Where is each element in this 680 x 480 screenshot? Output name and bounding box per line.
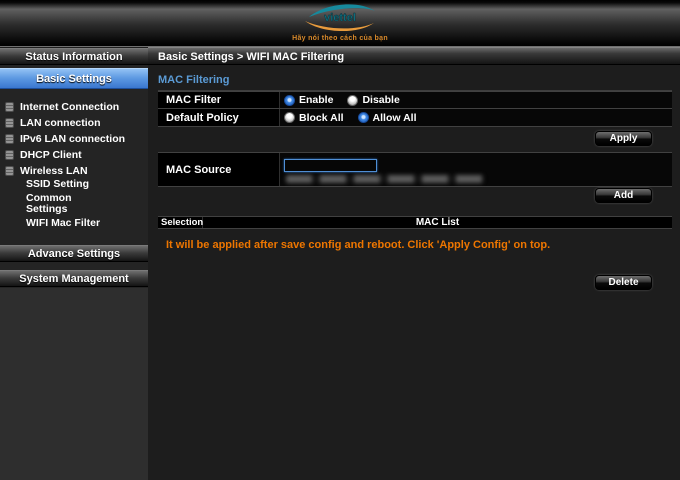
sidebar-section-status-information[interactable]: Status Information — [0, 48, 148, 65]
mac-filter-enable-option[interactable]: Enable — [284, 94, 333, 106]
sidebar-item-internet-connection[interactable]: Internet Connection — [0, 99, 148, 115]
sidebar-item-label: Wireless LAN — [20, 165, 88, 177]
page-title: MAC Filtering — [158, 74, 230, 86]
mac-filter-row: MAC Filter Enable Disable — [158, 92, 672, 109]
sidebar-section-system-management[interactable]: System Management — [0, 270, 148, 287]
default-policy-row: Default Policy Block All Allow All — [158, 109, 672, 126]
mac-filter-table: MAC Filter Enable Disable Default Policy — [158, 91, 672, 127]
list-icon — [5, 118, 14, 128]
reboot-notice: It will be applied after save config and… — [166, 239, 550, 251]
default-policy-allow-all-option[interactable]: Allow All — [358, 112, 417, 124]
mac-filter-options: Enable Disable — [280, 92, 672, 108]
sidebar-subitem-ssid-setting[interactable]: SSID Setting — [0, 179, 148, 190]
top-header: viettel Hãy nói theo cách của bạn — [0, 0, 680, 47]
mac-source-hint-redacted — [286, 175, 484, 183]
sidebar-nav-list: Internet Connection LAN connection IPv6 … — [0, 99, 148, 179]
sidebar-section-basic-settings[interactable]: Basic Settings — [0, 68, 148, 89]
default-policy-block-all-option[interactable]: Block All — [284, 112, 344, 124]
mac-source-label: MAC Source — [158, 153, 280, 186]
logo-slogan: Hãy nói theo cách của bạn — [0, 35, 680, 42]
mac-source-row: MAC Source — [158, 153, 672, 186]
add-button[interactable]: Add — [595, 188, 652, 203]
sidebar-sub-list: SSID Setting Common Settings WIFI Mac Fi… — [0, 179, 148, 232]
list-icon — [5, 150, 14, 160]
option-label: Block All — [299, 112, 344, 124]
option-label: Disable — [362, 94, 399, 106]
mac-list-table-header: Selection MAC List — [158, 216, 672, 229]
selection-column-header: Selection — [158, 217, 203, 228]
router-admin-page: viettel Hãy nói theo cách của bạn Status… — [0, 0, 680, 480]
default-policy-options: Block All Allow All — [280, 109, 672, 126]
sidebar-item-label: DHCP Client — [20, 149, 82, 161]
mac-filter-disable-option[interactable]: Disable — [347, 94, 399, 106]
default-policy-label: Default Policy — [158, 109, 280, 126]
mac-source-table: MAC Source — [158, 152, 672, 187]
radio-selected-icon[interactable] — [284, 95, 295, 106]
sidebar-item-label: LAN connection — [20, 117, 101, 129]
sidebar-section-advance-settings[interactable]: Advance Settings — [0, 245, 148, 262]
mac-source-value-cell — [280, 153, 672, 186]
sidebar-item-wireless-lan[interactable]: Wireless LAN — [0, 163, 148, 179]
list-icon — [5, 166, 14, 176]
sidebar-item-lan-connection[interactable]: LAN connection — [0, 115, 148, 131]
viettel-logo-icon: viettel — [295, 2, 385, 35]
radio-unselected-icon[interactable] — [284, 112, 295, 123]
list-icon — [5, 134, 14, 144]
sidebar-item-label: Internet Connection — [20, 101, 119, 113]
sidebar-item-ipv6-lan-connection[interactable]: IPv6 LAN connection — [0, 131, 148, 147]
main-content: MAC Filtering MAC Filter Enable Disable — [148, 66, 680, 480]
breadcrumb: Basic Settings > WIFI MAC Filtering — [148, 47, 680, 65]
mac-source-input[interactable] — [284, 159, 377, 172]
radio-selected-icon[interactable] — [358, 112, 369, 123]
apply-button[interactable]: Apply — [595, 131, 652, 146]
sidebar: Status Information Basic Settings Intern… — [0, 48, 148, 480]
option-label: Enable — [299, 94, 333, 106]
sidebar-item-dhcp-client[interactable]: DHCP Client — [0, 147, 148, 163]
sidebar-subitem-common-settings[interactable]: Common Settings — [0, 193, 86, 215]
option-label: Allow All — [373, 112, 417, 124]
mac-filter-label: MAC Filter — [158, 92, 280, 108]
list-icon — [5, 102, 14, 112]
delete-button[interactable]: Delete — [595, 275, 652, 290]
radio-unselected-icon[interactable] — [347, 95, 358, 106]
mac-list-column-header: MAC List — [203, 217, 672, 228]
svg-text:viettel: viettel — [324, 12, 356, 24]
sidebar-subitem-wifi-mac-filter[interactable]: WIFI Mac Filter — [0, 218, 148, 229]
sidebar-item-label: IPv6 LAN connection — [20, 133, 125, 145]
